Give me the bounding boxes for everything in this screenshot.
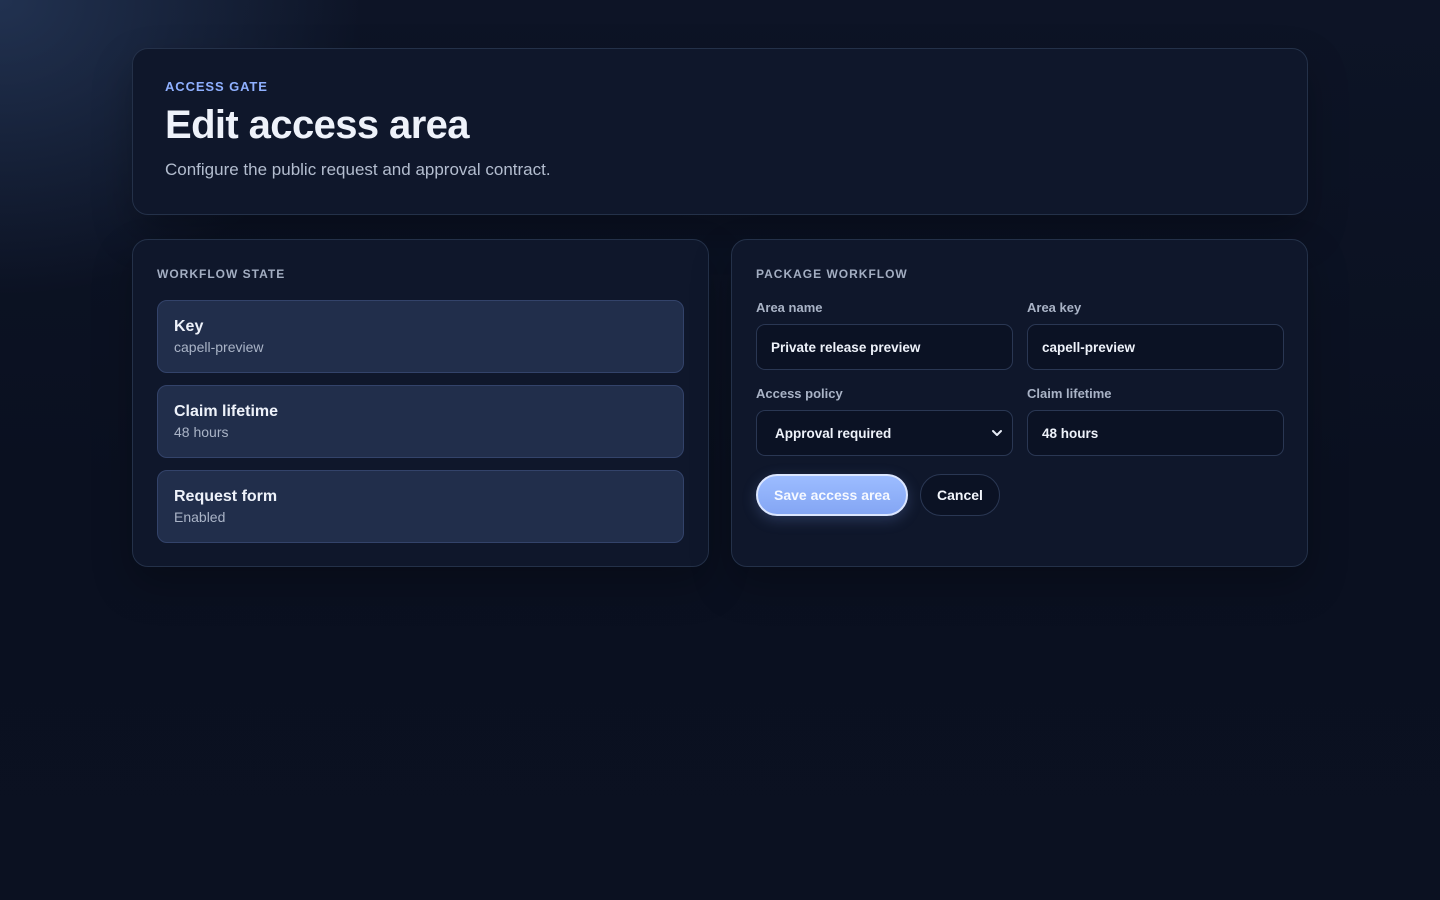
page-title: Edit access area xyxy=(165,103,470,147)
claim-lifetime-field-group: Claim lifetime xyxy=(1027,386,1284,456)
claim-lifetime-label: Claim lifetime xyxy=(1027,386,1112,401)
workflow-state-list: Key capell-preview Claim lifetime 48 hou… xyxy=(157,300,684,543)
state-item-request-form: Request form Enabled xyxy=(157,470,684,543)
area-key-label: Area key xyxy=(1027,300,1082,315)
workflow-state-title: WORKFLOW STATE xyxy=(157,267,286,281)
state-item-label: Claim lifetime xyxy=(174,403,279,420)
eyebrow-label: ACCESS GATE xyxy=(165,79,268,94)
area-name-input[interactable] xyxy=(756,324,1013,370)
form-actions: Save access area Cancel xyxy=(756,474,1283,516)
package-workflow-title: PACKAGE WORKFLOW xyxy=(756,267,908,281)
state-item-value: 48 hours xyxy=(174,424,229,440)
page-subtitle: Configure the public request and approva… xyxy=(165,160,551,179)
save-access-area-button[interactable]: Save access area xyxy=(756,474,908,516)
area-key-field-group: Area key xyxy=(1027,300,1284,370)
area-name-label: Area name xyxy=(756,300,823,315)
page-header: ACCESS GATE Edit access area Configure t… xyxy=(132,48,1308,215)
cancel-button[interactable]: Cancel xyxy=(920,474,1000,516)
area-name-field-group: Area name xyxy=(756,300,1013,370)
access-policy-select[interactable]: Approval required xyxy=(756,410,1013,456)
state-item-value: capell-preview xyxy=(174,339,264,355)
state-item-label: Key xyxy=(174,318,204,335)
package-workflow-form: Area name Area key Access policy Approva… xyxy=(756,300,1284,456)
chevron-down-icon xyxy=(992,430,1002,436)
area-key-input[interactable] xyxy=(1027,324,1284,370)
access-policy-field-group: Access policy Approval required xyxy=(756,386,1013,456)
package-workflow-panel: PACKAGE WORKFLOW Area name Area key Acce… xyxy=(731,239,1308,567)
state-item-label: Request form xyxy=(174,488,278,505)
access-policy-label: Access policy xyxy=(756,386,843,401)
claim-lifetime-input[interactable] xyxy=(1027,410,1284,456)
access-policy-select-wrap: Approval required xyxy=(756,410,1013,456)
workflow-state-panel: WORKFLOW STATE Key capell-preview Claim … xyxy=(132,239,709,567)
state-item-claim-lifetime: Claim lifetime 48 hours xyxy=(157,385,684,458)
state-item-key: Key capell-preview xyxy=(157,300,684,373)
state-item-value: Enabled xyxy=(174,509,226,525)
